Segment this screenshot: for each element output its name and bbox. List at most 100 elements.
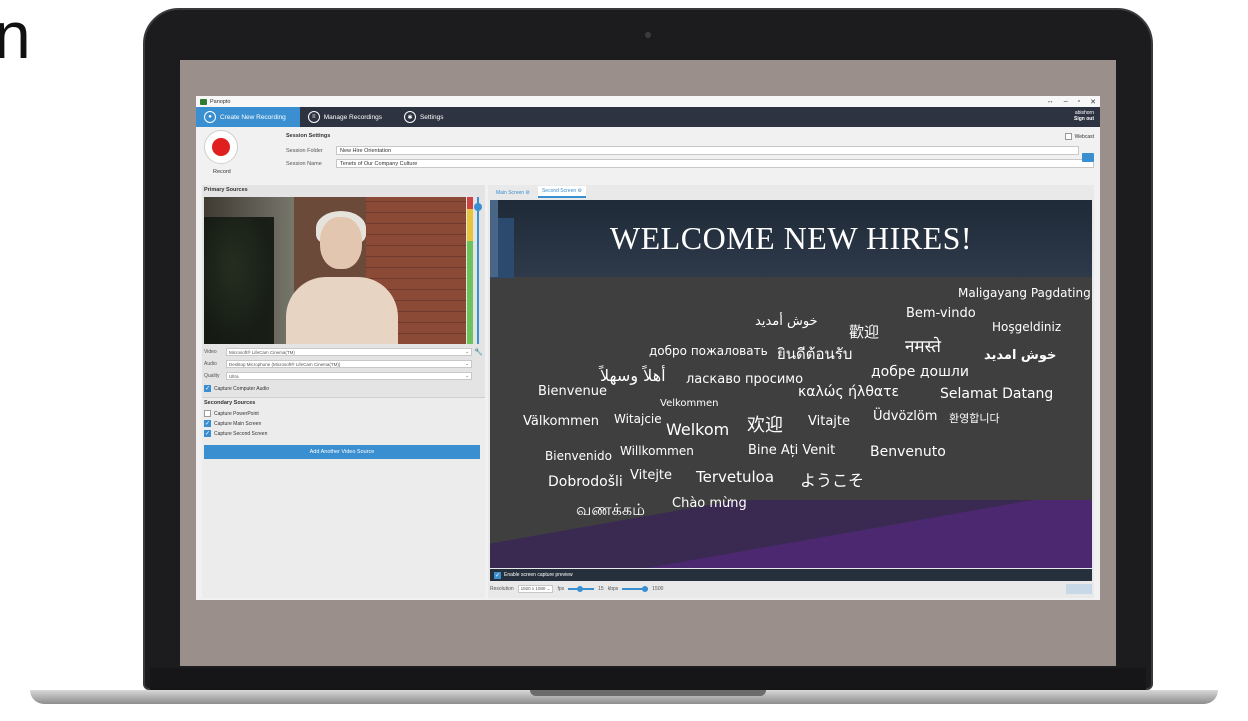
welcome-word: Chào mừng [672,496,747,511]
presenter-body [286,277,398,344]
welcome-word: Bienvenido [545,449,612,463]
slide-title: WELCOME NEW HIRES! [609,220,973,256]
audio-select[interactable]: Desktop Microphone (Microsoft® LifeCam C… [226,360,472,368]
quality-select[interactable]: Ultra ⌄ [226,372,472,380]
kbps-slider-handle[interactable] [642,586,649,592]
cropped-heading-letter: n [0,0,31,72]
close-icon[interactable]: ✕ [1090,98,1096,106]
fps-slider[interactable] [568,586,595,592]
quality-value: Ultra [229,373,239,379]
folder-browse-button[interactable] [1082,153,1094,162]
volume-slider-handle[interactable] [474,203,482,211]
chevron-down-icon: ⌄ [546,586,551,591]
webcast-label: Webcast [1074,133,1094,140]
audio-source-row: Audio Desktop Microphone (Microsoft® Lif… [204,360,472,368]
session-name-input[interactable]: Tenets of Our Company Culture [336,159,1094,168]
welcome-word: Bienvenue [538,384,607,399]
capture-main-screen-row[interactable]: ✓ Capture Main Screen [204,420,261,427]
chevron-down-icon: ⌄ [465,373,469,378]
settings-icon[interactable]: ⚙ [578,188,582,194]
record-icon [212,138,230,156]
sources-panel: Primary Sources Video Microsoft® LifeCam… [202,185,485,598]
resolution-select[interactable]: 1920 x 1080 ⌄ [517,585,554,593]
panopto-window: Panopto ↔ – ▫ ✕ ● Create New Recording ≡… [196,96,1100,600]
screen-preview-panel: Main Screen ⚙ Second Screen ⚙ WELCOME NE… [488,185,1094,598]
kbps-value: 1500 [652,586,664,592]
minimize-icon[interactable]: – [1064,98,1068,106]
capture-powerpoint-label: Capture PowerPoint [214,410,259,417]
record-label: Record [213,169,231,175]
fps-value: 15 [598,586,604,592]
chevron-down-icon: ⌄ [465,361,469,366]
tab-main-screen-label: Main Screen [496,190,525,196]
welcome-word: Hoşgeldiniz [992,320,1062,334]
tab-second-screen-label: Second Screen [541,188,577,194]
record-button[interactable] [204,130,238,164]
restore-icon[interactable]: ▫ [1078,98,1080,106]
welcome-word: Tervetuloa [696,468,775,486]
list-icon: ≡ [307,111,320,123]
webcam-dot [645,32,651,38]
video-source-row: Video Microsoft® LifeCam Cinema(TM) ⌄ 🔧 [204,348,483,356]
webcam-preview [204,197,466,344]
enable-preview-checkbox[interactable]: ✓ [494,571,501,579]
welcome-word: Dobrodošli [548,474,623,490]
volume-slider-track[interactable] [477,197,479,344]
add-video-source-button[interactable]: Add Another Video Source [204,445,480,459]
wrench-icon[interactable]: 🔧 [474,348,483,356]
capture-second-screen-checkbox[interactable]: ✓ [204,430,211,437]
quality-label: Quality [204,373,220,379]
panopto-logo-icon [200,98,207,105]
welcome-word: Willkommen [620,444,694,458]
kbps-slider[interactable] [622,586,649,592]
welcome-word: Selamat Datang [940,386,1054,402]
enable-preview-label: Enable screen capture preview [504,572,573,578]
audio-value: Desktop Microphone (Microsoft® LifeCam C… [229,361,341,367]
resize-icon[interactable]: ↔ [1047,98,1054,106]
tab-manage-recordings[interactable]: ≡ Manage Recordings [300,107,396,127]
plant [204,217,274,344]
capture-audio-row[interactable]: ✓ Capture Computer Audio [204,385,269,392]
slide-preview: WELCOME NEW HIRES! Maligayang Pagdating … [490,200,1092,568]
session-folder-field[interactable]: New Hire Orientation [336,146,1079,155]
apply-button[interactable] [1066,584,1092,594]
capture-main-screen-checkbox[interactable]: ✓ [204,420,211,427]
welcome-word: 歡迎 [849,323,880,341]
welcome-word: Witajcie [614,412,662,426]
capture-powerpoint-row[interactable]: Capture PowerPoint [204,410,259,417]
capture-powerpoint-checkbox[interactable] [204,410,211,417]
kbps-label: kbps [607,586,619,592]
laptop-bezel-bottom [150,668,1146,690]
webcast-checkbox[interactable] [1064,133,1072,140]
welcome-word: Vitajte [808,414,850,429]
video-select[interactable]: Microsoft® LifeCam Cinema(TM) ⌄ [226,348,472,356]
fps-slider-handle[interactable] [577,586,584,592]
window-controls: ↔ – ▫ ✕ [1047,98,1096,106]
welcome-word: Welkom [666,420,730,439]
session-folder-row: Session Folder New Hire Orientation [286,146,1079,155]
welcome-word: أهلاً وسهلاً [600,366,666,385]
welcome-word: 환영합니다 [949,412,1000,425]
gear-icon: ✱ [403,111,416,123]
user-area: abishorn Sign out [1068,107,1100,127]
capture-second-screen-row[interactable]: ✓ Capture Second Screen [204,430,267,437]
secondary-sources: Secondary Sources Capture PowerPoint ✓ C… [202,397,485,598]
welcome-word: 欢迎 [747,415,783,436]
welcome-word: Üdvözlöm [873,409,938,424]
settings-icon[interactable]: ⚙ [525,190,529,196]
capture-audio-checkbox[interactable]: ✓ [204,385,211,392]
capture-audio-label: Capture Computer Audio [214,385,270,392]
welcome-word: Velkommen [660,398,719,409]
sign-out-link[interactable]: Sign out [1074,116,1094,122]
audio-level-meter [467,197,473,344]
tab-create-new-recording[interactable]: ● Create New Recording [196,107,300,127]
welcome-word: ยินดีต้อนรับ [777,345,853,363]
tab-main-screen[interactable]: Main Screen ⚙ [492,188,534,198]
session-folder-label: Session Folder [286,147,323,154]
tab-second-screen[interactable]: Second Screen ⚙ [537,186,587,198]
tab-settings[interactable]: ✱ Settings [396,107,458,127]
welcome-word: خوش أمديد [755,314,818,329]
main-nav: ● Create New Recording ≡ Manage Recordin… [196,107,1100,127]
capture-main-screen-label: Capture Main Screen [214,420,262,427]
webcast-toggle[interactable]: Webcast [1064,133,1094,140]
